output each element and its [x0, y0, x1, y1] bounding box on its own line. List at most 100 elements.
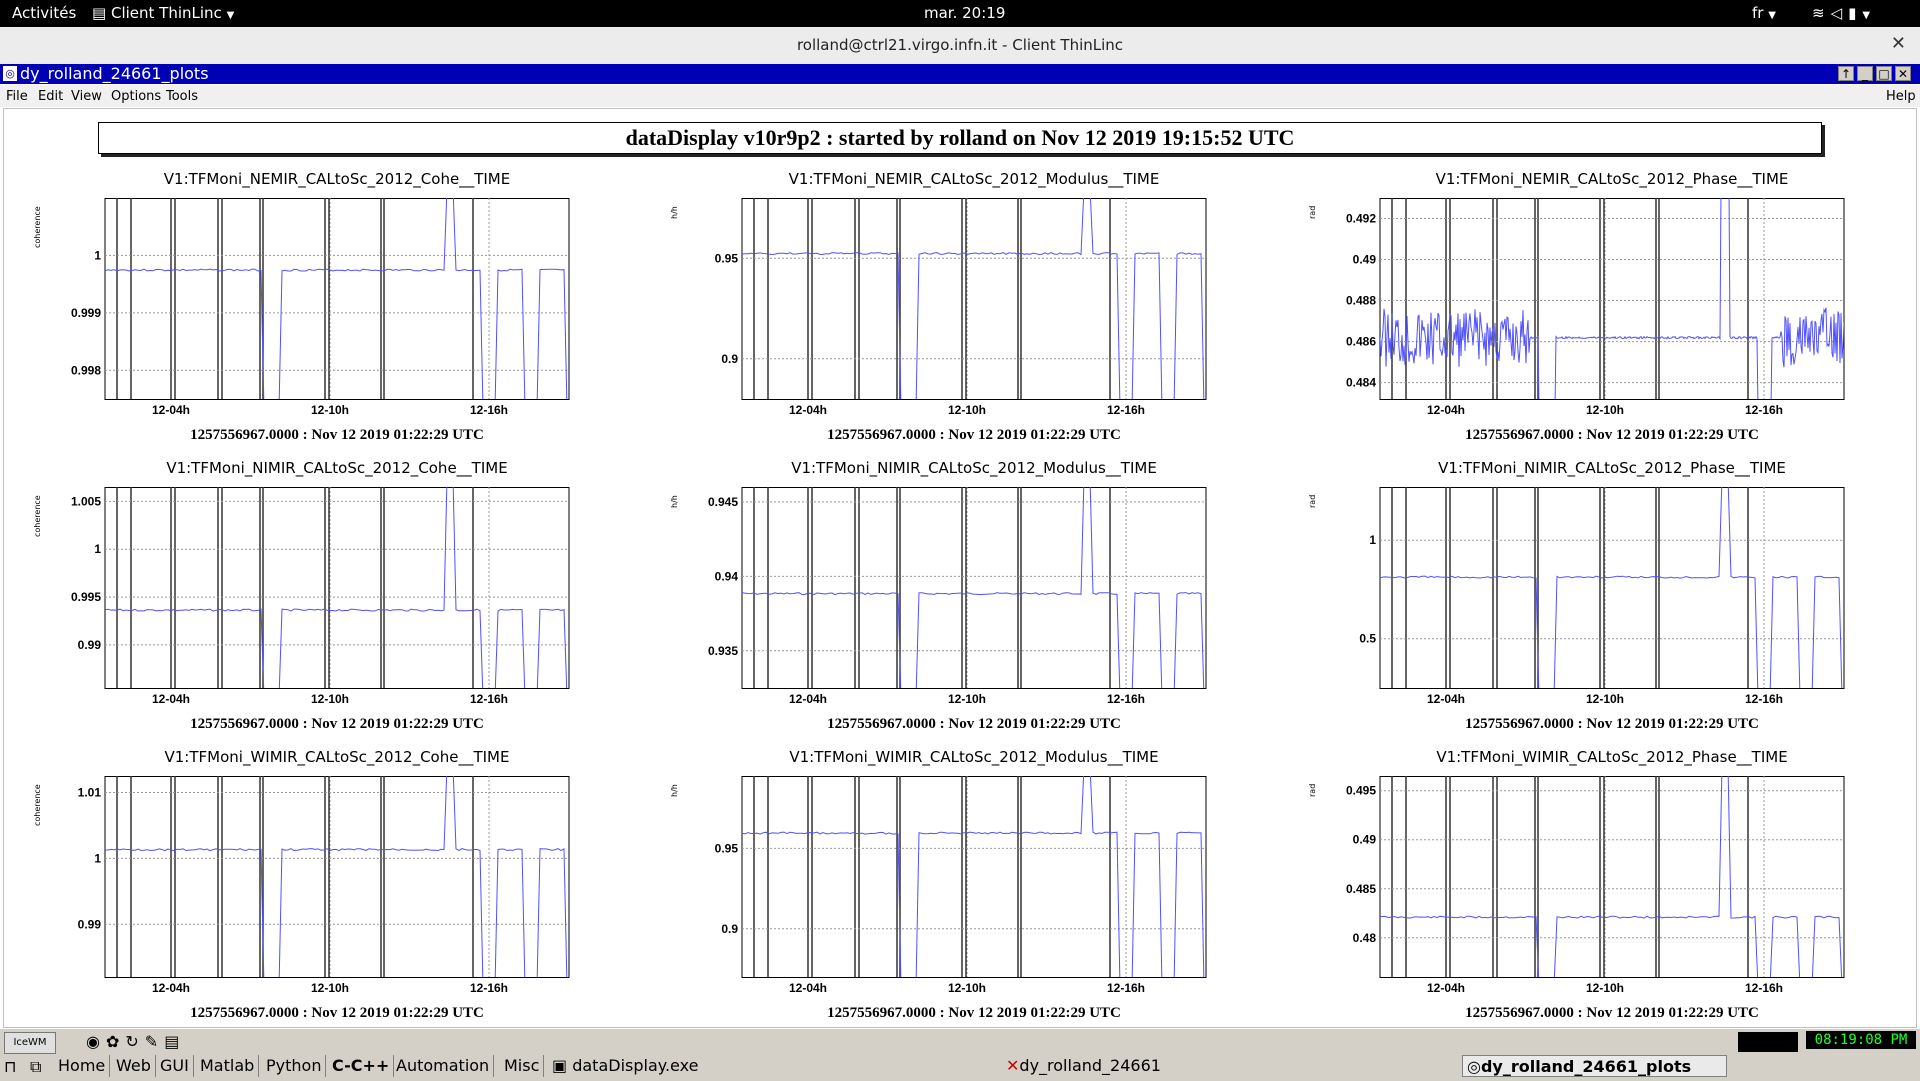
thinlinc-window-title: rolland@ctrl21.virgo.infn.it - Client Th… [796, 36, 1124, 54]
language-indicator[interactable]: fr ▼ [1752, 4, 1776, 22]
plot-frame-time: 1257556967.0000 : Nov 12 2019 01:22:29 U… [1465, 716, 1759, 732]
time-series-plot[interactable]: 0.945 0.94 0.935 12-04h 12-10h 12-16h [682, 487, 1216, 712]
y-tick-label: 0.94 [715, 569, 739, 583]
menu-edit[interactable]: Edit [38, 89, 63, 104]
app-menu-label: Client ThinLinc [110, 4, 222, 22]
plot-title: V1:TFMoni_NIMIR_CALtoSc_2012_Cohe__TIME [166, 459, 508, 477]
taskbar-button-c-c-[interactable]: C-C++ [328, 1055, 395, 1077]
quick-launch: ◉✿↻✎▤ [86, 1032, 185, 1051]
task-window-label: dy_rolland_24661 [1019, 1056, 1161, 1075]
y-tick-label: 0.49 [1353, 833, 1377, 847]
mail-icon[interactable]: ✉ [1786, 1033, 1798, 1049]
time-series-plot[interactable]: 1.01 1 0.99 12-04h 12-10h 12-16h [45, 776, 579, 1001]
language-label: fr [1752, 4, 1764, 22]
task-window-plots-active[interactable]: ◎dy_rolland_24661_plots [1462, 1055, 1727, 1077]
y-tick-label: 0.95 [715, 841, 739, 855]
time-series-plot[interactable]: 0.492 0.49 0.488 0.486 0.484 12-04h 12-10h 12-1… [1320, 198, 1854, 423]
x-tick-label: 12-16h [470, 403, 508, 417]
x-tick-label: 12-16h [1107, 692, 1145, 706]
window-list-icon[interactable]: ⧉ [30, 1057, 41, 1077]
y-tick-label: 0.998 [71, 363, 101, 377]
menu-file[interactable]: File [6, 89, 28, 104]
plot-title: V1:TFMoni_NEMIR_CALtoSc_2012_Phase__TIME [1435, 170, 1789, 188]
y-tick-label: 0.9 [721, 922, 738, 936]
time-series-plot[interactable]: 1 0.5 12-04h 12-10h 12-16h [1320, 487, 1854, 712]
y-tick-label: 1.01 [78, 785, 102, 799]
task-window-datadisplay[interactable]: ▣ dataDisplay.exe [552, 1055, 698, 1077]
x-tick-label: 12-04h [1427, 981, 1465, 995]
terminal-icon[interactable]: ▤ [164, 1032, 185, 1051]
menu-view[interactable]: View [71, 89, 102, 104]
x-tick-label: 12-16h [1745, 403, 1783, 417]
maximize-icon[interactable]: □ [1876, 66, 1892, 81]
y-tick-label: 0.95 [715, 251, 739, 265]
x-tick-label: 12-04h [789, 403, 827, 417]
y-tick-label: 0.995 [71, 590, 101, 604]
time-series-plot[interactable]: 0.95 0.9 12-04h 12-10h 12-16h [682, 776, 1216, 1001]
data-display-banner: dataDisplay v10r9p2 : started by rolland… [98, 122, 1822, 154]
plot-title: V1:TFMoni_NEMIR_CALtoSc_2012_Modulus__TI… [788, 170, 1160, 188]
minimize-icon[interactable]: _ [1857, 66, 1873, 81]
plot-frame-time: 1257556967.0000 : Nov 12 2019 01:22:29 U… [190, 427, 484, 443]
y-tick-label: 0.935 [708, 644, 738, 658]
x-tick-label: 12-10h [311, 981, 349, 995]
editor-icon[interactable]: ✎ [145, 1032, 164, 1051]
y-tick-label: 0.999 [71, 306, 101, 320]
menu-options[interactable]: Options [111, 89, 161, 104]
close-icon[interactable]: ✕ [1895, 66, 1911, 81]
x-tick-label: 12-10h [311, 403, 349, 417]
window-app-icon[interactable]: ◎ [3, 66, 17, 81]
y-tick-label: 0.48 [1353, 931, 1377, 945]
time-series-plot[interactable]: 1.005 1 0.995 0.99 12-04h 12-10h 12-16h [45, 487, 579, 712]
taskbar-button-automation[interactable]: Automation [392, 1055, 495, 1077]
wifi-icon: ≋ [1812, 4, 1831, 22]
y-tick-label: 0.485 [1346, 882, 1376, 896]
plot-frame-time: 1257556967.0000 : Nov 12 2019 01:22:29 U… [827, 427, 1121, 443]
y-tick-label: 1 [94, 851, 101, 865]
y-tick-label: 0.492 [1346, 212, 1376, 226]
app-menu[interactable]: ▤ Client ThinLinc ▼ [92, 4, 234, 22]
menu-tools[interactable]: Tools [166, 89, 198, 104]
pin-icon[interactable]: ↑ [1838, 66, 1854, 81]
x-tick-label: 12-10h [948, 981, 986, 995]
x-tick-label: 12-04h [789, 981, 827, 995]
plot-frame-time: 1257556967.0000 : Nov 12 2019 01:22:29 U… [827, 716, 1121, 732]
time-series-plot[interactable]: 0.95 0.9 12-04h 12-10h 12-16h [682, 198, 1216, 423]
close-icon[interactable]: ✕ [1891, 33, 1906, 54]
menu-help[interactable]: Help [1886, 89, 1916, 104]
time-series-plot[interactable]: 1 0.999 0.998 12-04h 12-10h 12-16h [45, 198, 579, 423]
taskbar-button-home[interactable]: Home [54, 1055, 111, 1077]
app-menu-icon: ▤ [92, 4, 107, 22]
topbar-clock[interactable]: mar. 20:19 [924, 4, 1005, 22]
plots-window-title: dy_rolland_24661_plots [20, 64, 209, 83]
refresh-icon[interactable]: ↻ [125, 1032, 144, 1051]
browser-icon[interactable]: ◉ [86, 1032, 106, 1051]
chevron-down-icon: ▼ [226, 10, 235, 21]
taskbar-button-gui[interactable]: GUI [156, 1055, 194, 1077]
plot-title: V1:TFMoni_WIMIR_CALtoSc_2012_Phase__TIME [1436, 748, 1788, 766]
x-tick-label: 12-04h [1427, 403, 1465, 417]
time-series-plot[interactable]: 0.495 0.49 0.485 0.48 12-04h 12-10h 12-16h [1320, 776, 1854, 1001]
x-tick-label: 12-04h [1427, 692, 1465, 706]
activities-button[interactable]: Activités [12, 4, 76, 22]
taskbar-button-matlab[interactable]: Matlab [196, 1055, 260, 1077]
y-tick-label: 0.49 [1353, 253, 1377, 267]
x-tick-label: 12-10h [1586, 981, 1624, 995]
task-window-label: dataDisplay.exe [572, 1056, 699, 1075]
system-status-area[interactable]: ≋◁▮▼ [1812, 4, 1876, 22]
start-menu-icon[interactable]: IceWM [4, 1032, 56, 1054]
y-tick-label: 0.486 [1346, 335, 1376, 349]
y-tick-label: 0.5 [1359, 632, 1376, 646]
taskbar-button-python[interactable]: Python [262, 1055, 327, 1077]
plot-frame-time: 1257556967.0000 : Nov 12 2019 01:22:29 U… [827, 1005, 1121, 1021]
desktop-icon[interactable]: ⊓ [4, 1057, 16, 1076]
taskbar-button-web[interactable]: Web [112, 1055, 156, 1077]
x-tick-label: 12-16h [470, 692, 508, 706]
taskbar-button-misc[interactable]: Misc [500, 1055, 545, 1077]
task-window-dy-rolland[interactable]: ✕dy_rolland_24661 [1006, 1055, 1161, 1077]
volume-muted-icon: ◁ [1830, 4, 1849, 22]
plot-frame-time: 1257556967.0000 : Nov 12 2019 01:22:29 U… [190, 1005, 484, 1021]
settings-icon[interactable]: ✿ [106, 1032, 125, 1051]
thinlinc-titlebar: rolland@ctrl21.virgo.infn.it - Client Th… [0, 27, 1920, 65]
y-tick-label: 0.99 [78, 638, 102, 652]
